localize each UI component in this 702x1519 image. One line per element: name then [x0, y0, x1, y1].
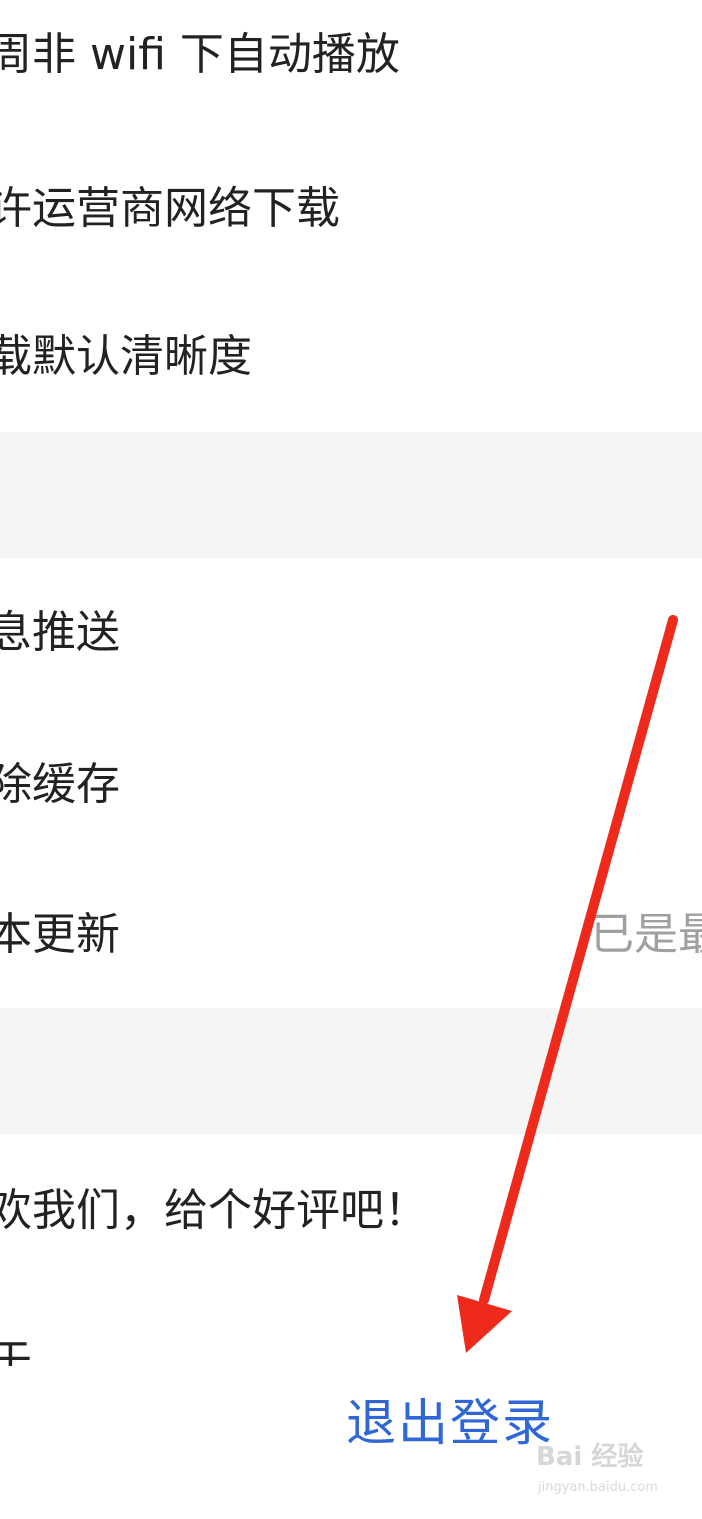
watermark-url: jingyan.baidu.com	[538, 1480, 658, 1495]
settings-screen: 周非 wifi 下自动播放 许运营商网络下载 载默认清晰度 息推送 除缓存 本更…	[0, 0, 702, 1519]
settings-row-label: 载默认清晰度	[0, 331, 252, 382]
settings-row-autoplay-non-wifi[interactable]: 周非 wifi 下自动播放	[0, 0, 702, 130]
section-divider	[0, 1008, 702, 1134]
section-divider	[0, 432, 702, 558]
settings-row-label: 于	[0, 1336, 32, 1366]
settings-row-label: 除缓存	[0, 759, 120, 810]
settings-row-label: 息推送	[0, 607, 120, 658]
watermark-logo: Bai 经验	[536, 1442, 644, 1472]
settings-row-version-update[interactable]: 本更新 已是最	[0, 858, 702, 1008]
settings-row-label: 许运营商网络下载	[0, 183, 340, 234]
settings-row-label: 欢我们，给个好评吧！	[0, 1185, 428, 1236]
settings-row-label: 本更新	[0, 909, 120, 960]
settings-row-label: 周非 wifi 下自动播放	[0, 29, 400, 80]
version-status-value: 已是最	[590, 909, 702, 960]
settings-row-about[interactable]: 于	[0, 1284, 702, 1366]
baidu-jingyan-watermark: Bai 经验 jingyan.baidu.com	[536, 1440, 676, 1510]
settings-row-default-quality[interactable]: 载默认清晰度	[0, 280, 702, 432]
settings-row-rate-us[interactable]: 欢我们，给个好评吧！	[0, 1134, 702, 1284]
logout-label: 退出登录	[346, 1394, 554, 1452]
settings-row-push-notifications[interactable]: 息推送	[0, 558, 702, 708]
settings-row-carrier-download[interactable]: 许运营商网络下载	[0, 130, 702, 280]
settings-row-clear-cache[interactable]: 除缓存	[0, 708, 702, 858]
